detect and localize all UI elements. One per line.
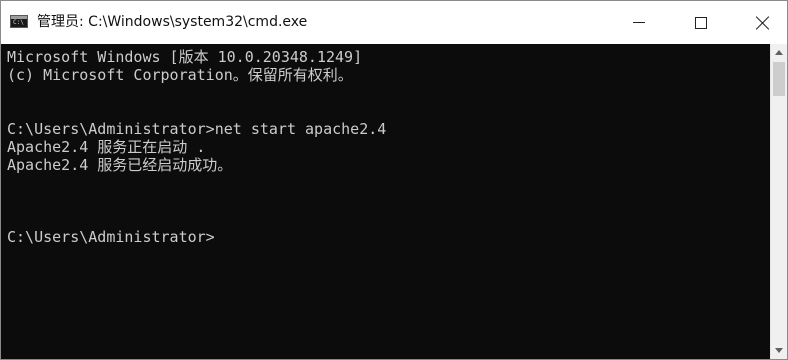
maximize-icon bbox=[695, 16, 707, 29]
console-prompt[interactable]: C:\Users\Administrator> bbox=[7, 228, 215, 246]
close-button[interactable] bbox=[739, 1, 787, 44]
console-line-starting: Apache2.4 服务正在启动 . bbox=[7, 138, 206, 156]
console-line-copyright: (c) Microsoft Corporation。保留所有权利。 bbox=[7, 66, 353, 84]
console-line-version: Microsoft Windows [版本 10.0.20348.1249] bbox=[7, 48, 363, 66]
chevron-up-icon bbox=[775, 50, 783, 55]
minimize-button[interactable] bbox=[615, 1, 663, 44]
chevron-down-icon bbox=[775, 348, 783, 353]
console-output[interactable]: Microsoft Windows [版本 10.0.20348.1249] (… bbox=[1, 44, 770, 359]
close-icon bbox=[756, 16, 770, 30]
scroll-up-button[interactable] bbox=[771, 44, 787, 61]
title-bar[interactable]: C:\ 管理员: C:\Windows\system32\cmd.exe bbox=[1, 1, 787, 44]
console-line-command: C:\Users\Administrator>net start apache2… bbox=[7, 120, 387, 138]
scroll-down-button[interactable] bbox=[771, 342, 787, 359]
scroll-thumb[interactable] bbox=[773, 62, 785, 96]
icon-glyph: C:\ bbox=[13, 19, 24, 26]
minimize-icon bbox=[633, 22, 645, 23]
vertical-scrollbar[interactable] bbox=[770, 44, 787, 359]
maximize-button[interactable] bbox=[677, 1, 725, 44]
cmd-window: C:\ 管理员: C:\Windows\system32\cmd.exe Mic… bbox=[0, 0, 788, 360]
console-line-started: Apache2.4 服务已经启动成功。 bbox=[7, 156, 233, 174]
cmd-icon[interactable]: C:\ bbox=[10, 15, 28, 28]
window-title: 管理员: C:\Windows\system32\cmd.exe bbox=[37, 14, 308, 30]
